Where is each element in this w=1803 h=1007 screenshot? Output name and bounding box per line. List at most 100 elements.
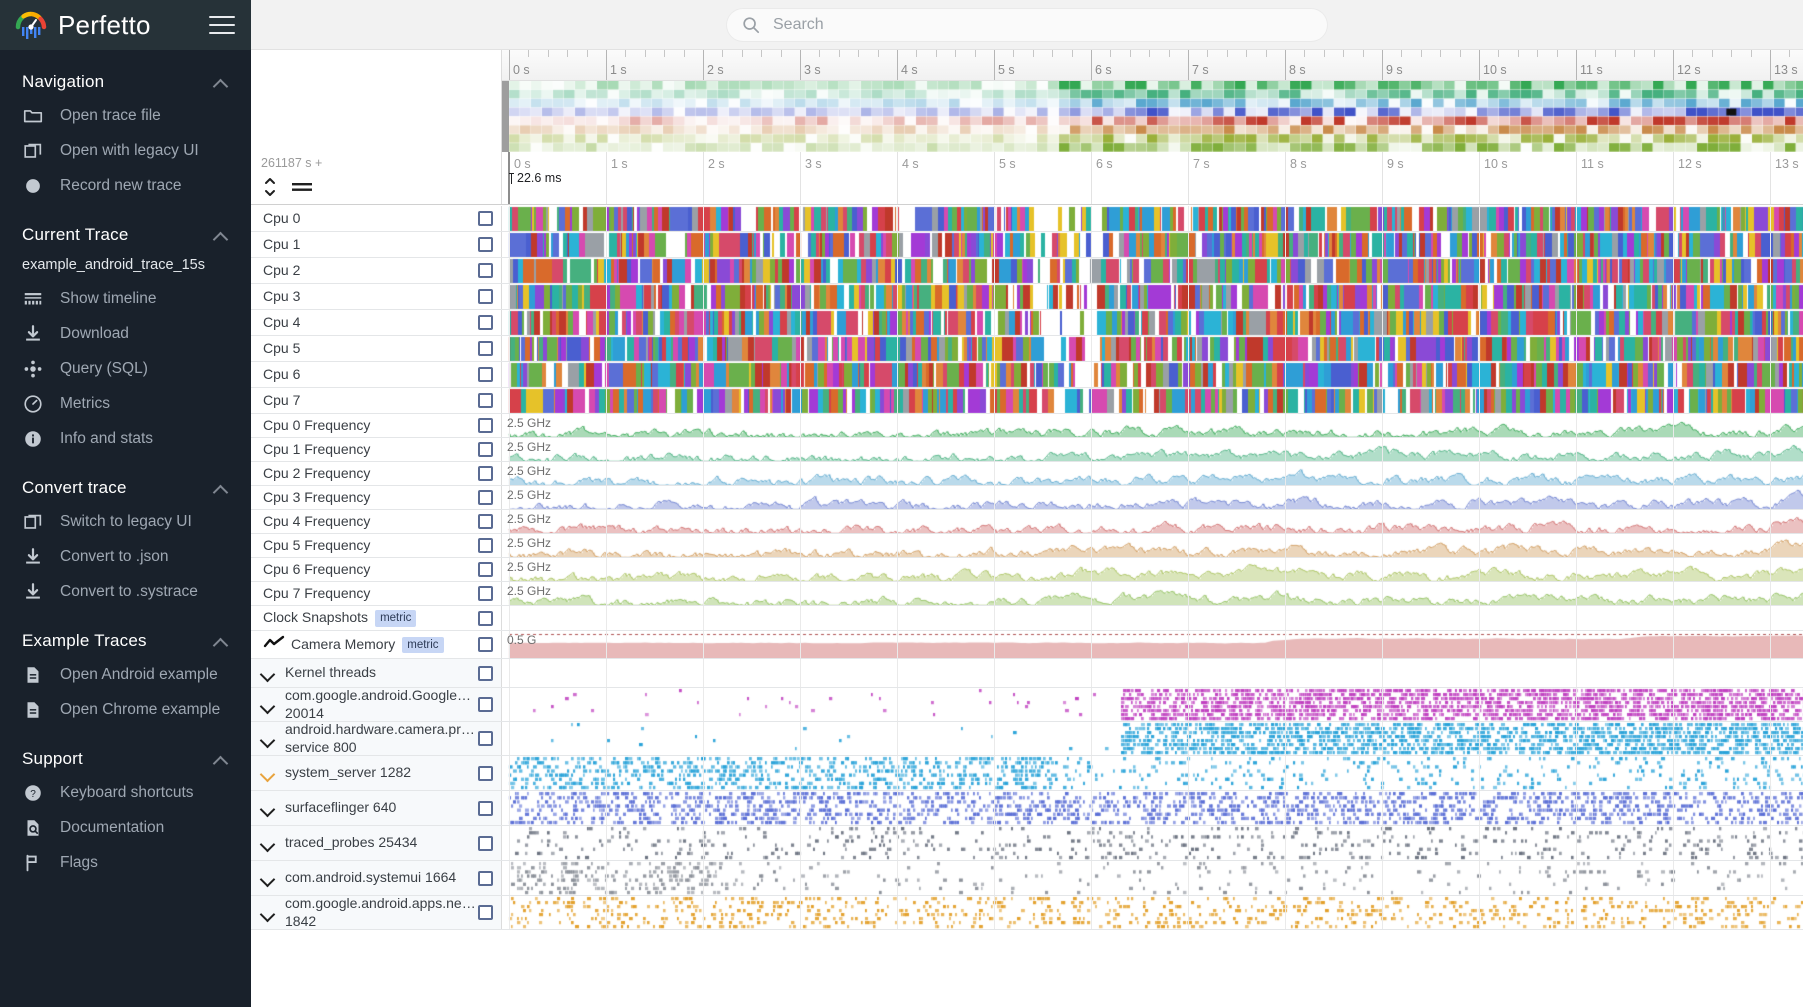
track-select-checkbox[interactable] [478, 263, 493, 278]
track-row[interactable]: Cpu 2 [251, 258, 1803, 284]
track-row[interactable]: Cpu 0 [251, 206, 1803, 232]
track-content[interactable]: 2.5 GHz [502, 558, 1803, 581]
track-content[interactable] [502, 896, 1803, 929]
track-select-checkbox[interactable] [478, 835, 493, 851]
track-select-checkbox[interactable] [478, 341, 493, 356]
track-name-cell[interactable]: Cpu 7 [251, 388, 502, 413]
track-name-cell[interactable]: Cpu 0 [251, 206, 502, 231]
track-row[interactable]: surfaceflinger 640 [251, 791, 1803, 826]
sidebar-item-show-timeline[interactable]: Show timeline [0, 281, 251, 316]
line-chart-icon[interactable] [263, 635, 285, 654]
sidebar-section-header[interactable]: Convert trace [0, 468, 251, 504]
track-select-checkbox[interactable] [478, 418, 493, 433]
track-name-cell[interactable]: surfaceflinger 640 [251, 791, 502, 825]
track-content[interactable]: 0.5 G [502, 631, 1803, 658]
track-name-cell[interactable]: traced_probes 25434 [251, 826, 502, 860]
chevron-down-icon[interactable] [259, 834, 277, 852]
sidebar-item-open-chrome-example[interactable]: Open Chrome example [0, 692, 251, 727]
track-canvas[interactable] [502, 688, 1803, 721]
track-name-cell[interactable]: Cpu 3 [251, 284, 502, 309]
chevron-down-icon[interactable] [259, 730, 277, 748]
track-select-checkbox[interactable] [478, 367, 493, 382]
track-canvas[interactable] [502, 534, 1803, 557]
sidebar-item-documentation[interactable]: Documentation [0, 810, 251, 845]
track-row[interactable]: Cpu 7 [251, 388, 1803, 414]
track-select-checkbox[interactable] [478, 211, 493, 226]
track-name-cell[interactable]: com.google.android.GoogleCamera 20014 [251, 688, 502, 721]
track-content[interactable] [502, 258, 1803, 283]
track-row[interactable]: Cpu 7 Frequency 2.5 GHz [251, 582, 1803, 606]
track-select-checkbox[interactable] [478, 466, 493, 481]
track-select-checkbox[interactable] [478, 870, 493, 886]
chevron-down-icon[interactable] [259, 764, 277, 782]
track-canvas[interactable] [502, 756, 1803, 790]
overview-viewport-handle[interactable] [502, 81, 509, 152]
track-name-cell[interactable]: Clock Snapshots metric [251, 606, 502, 630]
track-row[interactable]: com.google.android.apps.nexuslauncher 18… [251, 896, 1803, 930]
track-row[interactable]: Cpu 1 [251, 232, 1803, 258]
track-content[interactable]: 2.5 GHz [502, 510, 1803, 533]
sidebar-section-header[interactable]: Current Trace [0, 215, 251, 251]
track-canvas[interactable] [502, 232, 1803, 257]
timeline-cursor-marker[interactable] [508, 152, 510, 204]
track-row[interactable]: Cpu 1 Frequency 2.5 GHz [251, 438, 1803, 462]
track-select-checkbox[interactable] [478, 637, 493, 652]
track-name-cell[interactable]: Cpu 0 Frequency [251, 414, 502, 437]
track-name-cell[interactable]: Cpu 6 Frequency [251, 558, 502, 581]
chevron-down-icon[interactable] [259, 664, 277, 682]
track-content[interactable] [502, 388, 1803, 413]
track-canvas[interactable] [502, 659, 1803, 687]
search-input[interactable] [773, 15, 1313, 34]
track-canvas[interactable] [502, 826, 1803, 860]
track-canvas[interactable] [502, 438, 1803, 461]
track-row[interactable]: Cpu 4 [251, 310, 1803, 336]
track-content[interactable] [502, 310, 1803, 335]
track-row[interactable]: Camera Memory metric 0.5 G [251, 631, 1803, 659]
track-select-checkbox[interactable] [478, 765, 493, 781]
sidebar-item-open-android-example[interactable]: Open Android example [0, 657, 251, 692]
track-content[interactable]: 2.5 GHz [502, 486, 1803, 509]
search-box[interactable] [727, 8, 1327, 41]
track-name-cell[interactable]: android.hardware.camera.provider@2.4-ser… [251, 722, 502, 755]
track-row[interactable]: Cpu 6 [251, 362, 1803, 388]
chevron-down-icon[interactable] [259, 799, 277, 817]
track-select-checkbox[interactable] [478, 800, 493, 816]
track-row[interactable]: com.android.systemui 1664 [251, 861, 1803, 896]
track-canvas[interactable] [502, 258, 1803, 283]
hamburger-icon[interactable] [209, 16, 235, 34]
track-canvas[interactable] [502, 388, 1803, 413]
track-canvas[interactable] [502, 896, 1803, 929]
track-content[interactable] [502, 232, 1803, 257]
track-select-checkbox[interactable] [478, 393, 493, 408]
track-canvas[interactable] [502, 336, 1803, 361]
track-name-cell[interactable]: Camera Memory metric [251, 631, 502, 658]
track-select-checkbox[interactable] [478, 665, 493, 681]
chevron-down-icon[interactable] [259, 696, 277, 714]
track-select-checkbox[interactable] [478, 731, 493, 746]
track-row[interactable]: Cpu 2 Frequency 2.5 GHz [251, 462, 1803, 486]
track-content[interactable] [502, 756, 1803, 790]
track-content[interactable]: 2.5 GHz [502, 462, 1803, 485]
track-name-cell[interactable]: Cpu 5 Frequency [251, 534, 502, 557]
track-canvas[interactable] [502, 486, 1803, 509]
overview-heatmap-canvas[interactable] [502, 81, 1803, 152]
track-name-cell[interactable]: com.google.android.apps.nexuslauncher 18… [251, 896, 502, 929]
sidebar-item-switch-to-legacy-ui[interactable]: Switch to legacy UI [0, 504, 251, 539]
track-row[interactable]: Clock Snapshots metric [251, 606, 1803, 631]
track-canvas[interactable] [502, 310, 1803, 335]
sidebar-item-convert-to-json[interactable]: Convert to .json [0, 539, 251, 574]
track-canvas[interactable] [502, 284, 1803, 309]
track-canvas[interactable] [502, 414, 1803, 437]
sidebar-item-open-with-legacy-ui[interactable]: Open with legacy UI [0, 133, 251, 168]
chevron-down-icon[interactable] [259, 904, 277, 922]
filter-tracks-tool-icon[interactable] [291, 179, 313, 200]
track-name-cell[interactable]: Kernel threads [251, 659, 502, 687]
track-canvas[interactable] [502, 631, 1803, 658]
track-row[interactable]: com.google.android.GoogleCamera 20014 [251, 688, 1803, 722]
timeline-time-axis[interactable]: 0 s 1 s 2 s 3 s 4 s 5 s 6 s 7 s 8 s 9 s 10 s 11 s 12… [502, 152, 1803, 204]
sidebar-item-download[interactable]: Download [0, 316, 251, 351]
track-content[interactable] [502, 659, 1803, 687]
track-name-cell[interactable]: Cpu 4 Frequency [251, 510, 502, 533]
track-canvas[interactable] [502, 861, 1803, 895]
track-canvas[interactable] [502, 362, 1803, 387]
